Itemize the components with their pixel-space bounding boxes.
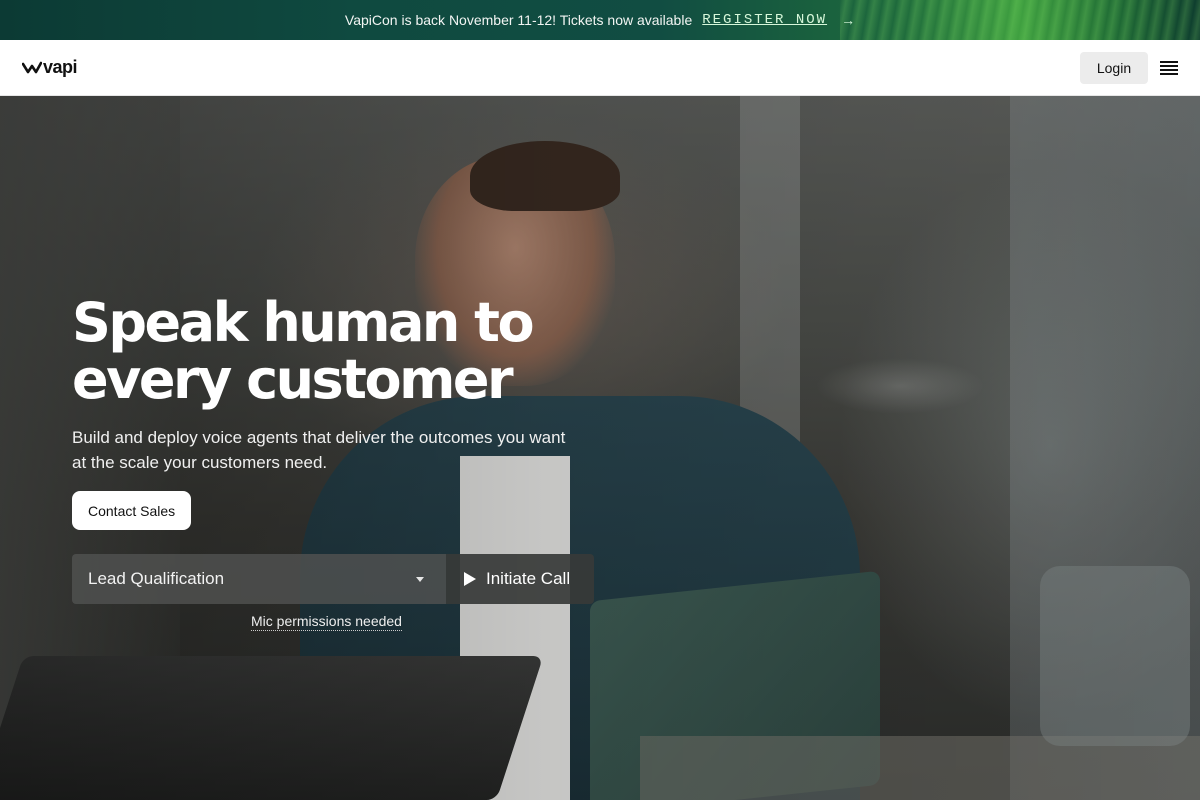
mic-permissions-link[interactable]: Mic permissions needed — [251, 613, 402, 631]
hero-subtitle: Build and deploy voice agents that deliv… — [72, 428, 566, 472]
login-button[interactable]: Login — [1080, 51, 1148, 84]
nav-actions: Login — [1080, 51, 1178, 84]
play-icon — [464, 572, 476, 586]
hero-section: Speak human to every customer Build and … — [0, 96, 1200, 800]
use-case-select[interactable]: Lead Qualification — [72, 554, 446, 604]
announcement-banner: VapiCon is back November 11-12! Tickets … — [0, 0, 1200, 40]
vapi-logo-icon — [22, 61, 42, 73]
arrow-right-icon[interactable]: → — [841, 12, 855, 28]
initiate-call-label: Initiate Call — [486, 569, 571, 588]
select-value: Lead Qualification — [88, 569, 225, 588]
caret-down-icon — [416, 576, 424, 582]
hero-title: Speak human to every customer — [72, 294, 592, 408]
hamburger-menu-icon[interactable] — [1160, 60, 1178, 75]
logo-text: vapi — [43, 57, 78, 77]
top-nav: vapi Login — [0, 40, 1200, 96]
contact-sales-button[interactable]: Contact Sales — [72, 491, 192, 530]
hero-title-line-1: Speak human to — [72, 291, 535, 354]
hero-title-line-2: every customer — [72, 348, 514, 411]
vapi-logo[interactable]: vapi — [22, 57, 78, 78]
initiate-call-button[interactable]: Initiate Call — [446, 554, 594, 604]
demo-call-bar: Lead Qualification Initiate Call — [72, 554, 594, 604]
register-now-link[interactable]: REGISTER NOW — [702, 12, 827, 28]
banner-text: VapiCon is back November 11-12! Tickets … — [344, 12, 693, 28]
